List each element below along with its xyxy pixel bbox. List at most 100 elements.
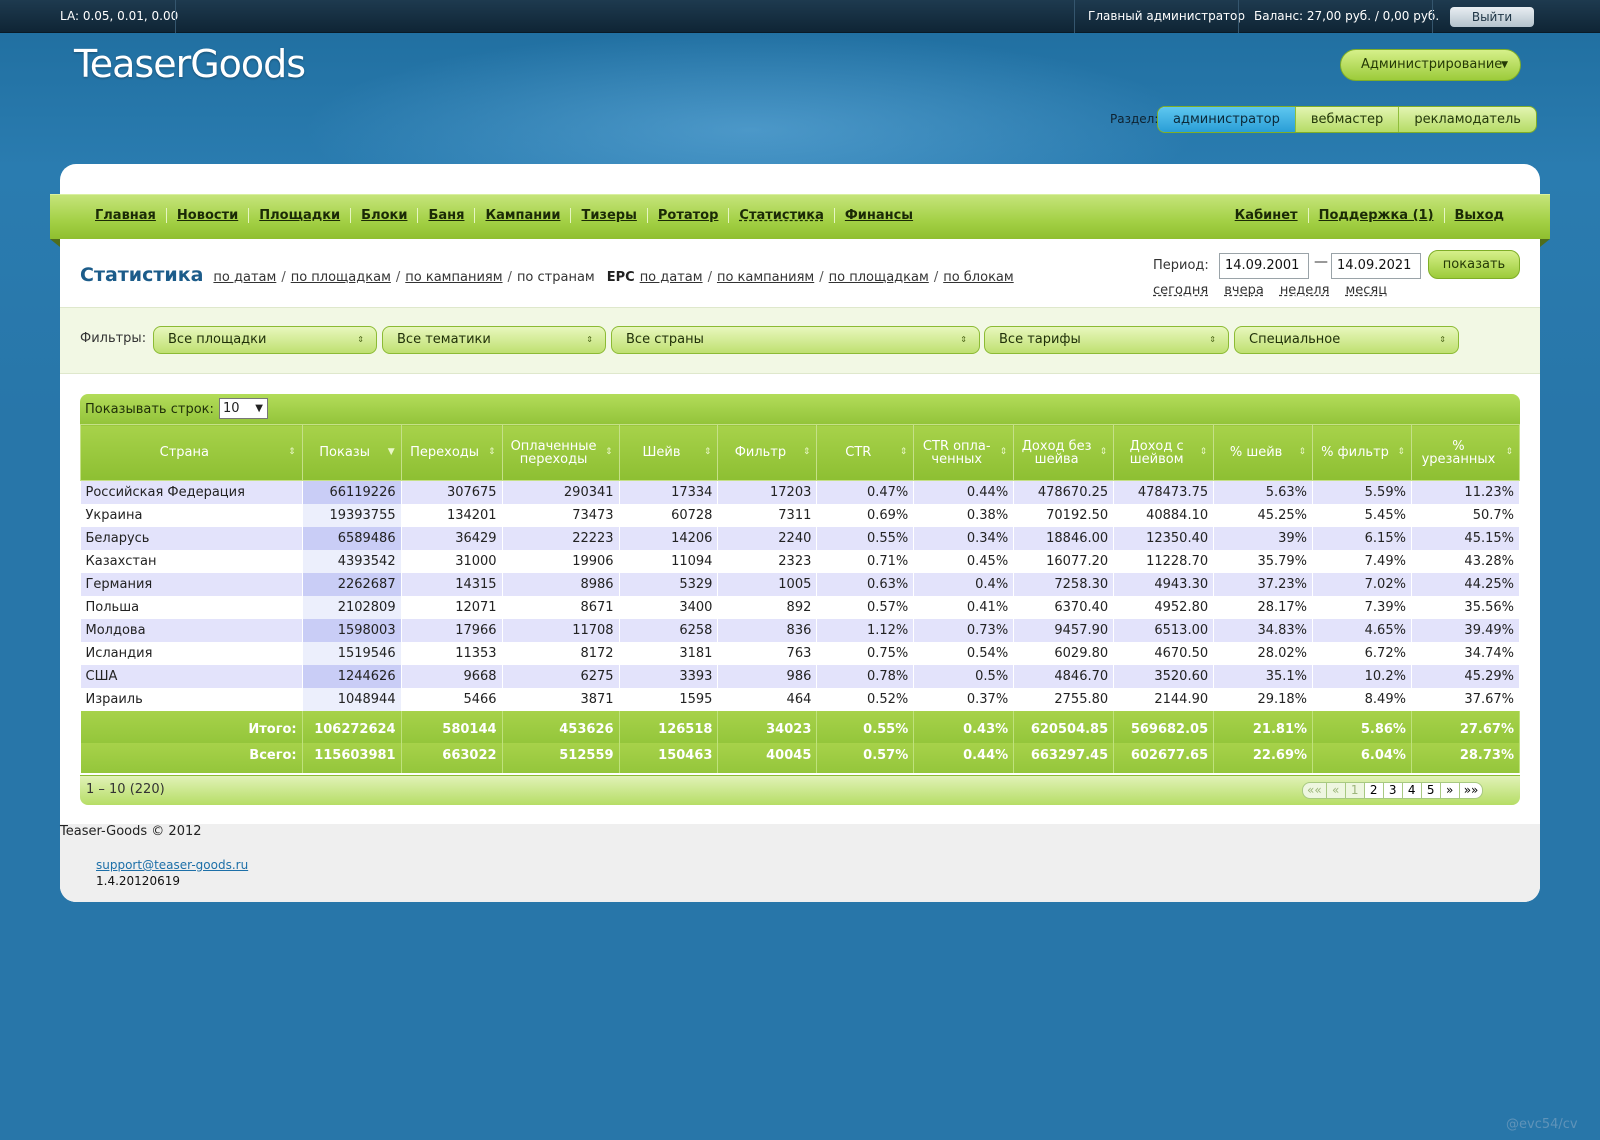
nav-right: Кабинет Поддержка (1) Выход bbox=[1225, 208, 1514, 223]
quick-yesterday[interactable]: вчера bbox=[1224, 283, 1264, 298]
table-cell: 44.25% bbox=[1411, 572, 1521, 596]
grid-toolbar bbox=[80, 394, 1520, 424]
quick-today[interactable]: сегодня bbox=[1153, 283, 1208, 298]
column-header[interactable]: Фильтр ⇕ bbox=[717, 424, 818, 481]
section-admin[interactable]: администратор bbox=[1158, 107, 1295, 132]
column-header[interactable]: % фильтр ⇕ bbox=[1312, 424, 1412, 481]
country-cell: Российская Федерация bbox=[80, 480, 303, 504]
table-cell: 4.65% bbox=[1312, 618, 1412, 642]
nav-home[interactable]: Главная bbox=[85, 208, 166, 223]
nav-campaigns[interactable]: Кампании bbox=[474, 208, 570, 223]
table-cell: 6275 bbox=[502, 664, 620, 688]
table-cell: 45.15% bbox=[1411, 526, 1521, 550]
filter-tariffs[interactable]: Все тарифы ⇕ bbox=[984, 326, 1229, 354]
link-by-dates[interactable]: по датам bbox=[213, 270, 276, 285]
logout-button[interactable]: Выйти bbox=[1450, 7, 1534, 27]
pager-page[interactable]: 3 bbox=[1382, 782, 1403, 799]
logo[interactable]: TeaserGoods bbox=[74, 42, 306, 86]
table-cell: 31000 bbox=[401, 549, 503, 573]
admin-menu-button[interactable]: Администрирование ▼ bbox=[1340, 49, 1521, 81]
pager-page[interactable]: 1 bbox=[1344, 782, 1365, 799]
column-header[interactable]: Доход без шейва ⇕ bbox=[1013, 424, 1115, 481]
sort-icon: ⇕ bbox=[605, 447, 613, 457]
table-cell: 29.18% bbox=[1213, 687, 1314, 711]
table-cell: 14206 bbox=[619, 526, 719, 550]
link-by-sites[interactable]: по площадкам bbox=[291, 270, 391, 285]
table-cell: 3520.60 bbox=[1113, 664, 1215, 688]
table-cell: 34.83% bbox=[1213, 618, 1314, 642]
filter-topics[interactable]: Все тематики ⇕ bbox=[382, 326, 606, 354]
column-header[interactable]: Оплаченные переходы ⇕ bbox=[501, 424, 620, 481]
date-to-input[interactable]: 14.09.2021 bbox=[1331, 253, 1421, 279]
nav-rotator[interactable]: Ротатор bbox=[646, 208, 729, 223]
column-header[interactable]: % шейв ⇕ bbox=[1213, 424, 1314, 481]
watermark: @evc54/cv bbox=[1506, 1117, 1578, 1132]
column-header[interactable]: CTR опла-ченных ⇕ bbox=[913, 424, 1015, 481]
column-header[interactable]: CTR ⇕ bbox=[816, 424, 915, 481]
pager-next[interactable]: »» bbox=[1458, 782, 1484, 799]
nav-sites[interactable]: Площадки bbox=[248, 208, 350, 223]
date-from-input[interactable]: 14.09.2001 bbox=[1219, 253, 1309, 279]
pager-prev[interactable]: « bbox=[1325, 782, 1346, 799]
nav-cabinet[interactable]: Кабинет bbox=[1225, 208, 1308, 223]
nav-news[interactable]: Новости bbox=[165, 208, 248, 223]
country-cell: Израиль bbox=[80, 687, 303, 711]
nav-blocks[interactable]: Блоки bbox=[350, 208, 417, 223]
column-header[interactable]: Переходы ⇕ bbox=[400, 424, 503, 481]
link-by-campaigns[interactable]: по кампаниям bbox=[405, 270, 502, 285]
table-cell: 11353 bbox=[401, 641, 503, 665]
epc-label: EPC bbox=[606, 270, 635, 285]
table-cell: 307675 bbox=[401, 480, 503, 504]
nav-teasers[interactable]: Тизеры bbox=[570, 208, 646, 223]
pager-page[interactable]: 2 bbox=[1363, 782, 1384, 799]
date-dash: — bbox=[1314, 254, 1328, 270]
nav-finance[interactable]: Финансы bbox=[833, 208, 923, 223]
table-cell: 9668 bbox=[401, 664, 503, 688]
sort-icon: ⇕ bbox=[802, 447, 811, 457]
nav-exit[interactable]: Выход bbox=[1443, 208, 1514, 223]
top-bar: LA: 0.05, 0.01, 0.00 Главный администрат… bbox=[0, 0, 1600, 33]
link-epc-by-sites[interactable]: по площадкам bbox=[829, 270, 929, 285]
table-row: Израиль 1048944 5466 3871 1595 464 0.52% 0.37% 2… bbox=[80, 687, 1521, 711]
section-advertiser[interactable]: рекламодатель bbox=[1398, 107, 1536, 132]
support-email-link[interactable]: support@teaser-goods.ru bbox=[96, 858, 248, 872]
table-row: Исландия 1519546 11353 8172 3181 763 0.75% 0.54… bbox=[80, 641, 1521, 665]
filter-countries[interactable]: Все страны ⇕ bbox=[611, 326, 980, 354]
table-cell: 2323 bbox=[717, 549, 818, 573]
rows-per-page-select[interactable]: 10 ▼ bbox=[219, 398, 268, 419]
column-header[interactable]: % урезанных ⇕ bbox=[1410, 424, 1521, 481]
total-cell: 0.43% bbox=[913, 710, 1015, 743]
pager-page[interactable]: 5 bbox=[1420, 782, 1441, 799]
column-header-label: Страна bbox=[159, 445, 209, 460]
filter-sites[interactable]: Все площадки ⇕ bbox=[153, 326, 377, 354]
section-webmaster[interactable]: вебмастер bbox=[1294, 107, 1398, 132]
sort-desc-icon: ▼ bbox=[387, 447, 395, 457]
column-header[interactable]: Страна ⇕ bbox=[80, 424, 303, 481]
pager-next[interactable]: » bbox=[1439, 782, 1460, 799]
table-cell: 35.79% bbox=[1213, 549, 1314, 573]
quick-week[interactable]: неделя bbox=[1280, 283, 1330, 298]
link-epc-by-dates[interactable]: по датам bbox=[640, 270, 703, 285]
grand-total-row: Всего: 115603981 663022 512559 150463 40045 0.… bbox=[80, 742, 1521, 773]
pager-page[interactable]: 4 bbox=[1401, 782, 1422, 799]
nav-ban[interactable]: Баня bbox=[417, 208, 474, 223]
table-cell: 4952.80 bbox=[1113, 595, 1215, 619]
balance: Баланс: 27,00 руб. / 0,00 руб. bbox=[1254, 9, 1440, 23]
table-cell: 1048944 bbox=[302, 687, 402, 711]
table-cell: 2262687 bbox=[302, 572, 402, 596]
total-cell: 22.69% bbox=[1213, 742, 1314, 773]
column-header[interactable]: Шейв ⇕ bbox=[618, 424, 719, 481]
filter-special[interactable]: Специальное ⇕ bbox=[1234, 326, 1459, 354]
quick-month[interactable]: месяц bbox=[1345, 283, 1387, 298]
column-header[interactable]: Доход с шейвом ⇕ bbox=[1113, 424, 1215, 481]
table-cell: 0.55% bbox=[816, 526, 915, 550]
nav-support[interactable]: Поддержка (1) bbox=[1307, 208, 1444, 223]
pager-prev[interactable]: «« bbox=[1302, 782, 1327, 799]
table-cell: 3181 bbox=[619, 641, 719, 665]
table-cell: 7.02% bbox=[1312, 572, 1412, 596]
nav-statistics[interactable]: Статистика bbox=[728, 208, 833, 223]
link-epc-by-campaigns[interactable]: по кампаниям bbox=[717, 270, 814, 285]
show-button[interactable]: показать bbox=[1428, 250, 1520, 279]
column-header[interactable]: Показы ▼ bbox=[301, 424, 402, 481]
link-epc-by-blocks[interactable]: по блокам bbox=[943, 270, 1014, 285]
